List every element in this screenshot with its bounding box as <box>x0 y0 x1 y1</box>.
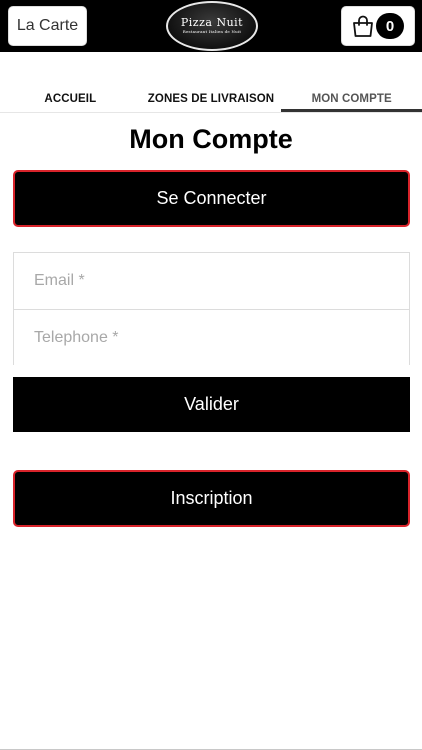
cart-button[interactable]: 0 <box>341 6 415 46</box>
logo-title: Pizza Nuit <box>180 16 244 29</box>
page-title: Mon Compte <box>129 124 293 154</box>
nav-tabs: ACCUEIL ZONES DE LIVRAISON MON COMPTE <box>0 86 422 113</box>
inscription-button[interactable]: Inscription <box>13 470 410 527</box>
la-carte-button[interactable]: La Carte <box>8 6 87 46</box>
cart-count-badge: 0 <box>376 13 404 39</box>
pizza-nuit-logo[interactable]: Pizza Nuit Restaurant Italien de Nuit <box>166 1 258 51</box>
page: La Carte Pizza Nuit Restaurant Italien d… <box>0 0 422 750</box>
se-connecter-button[interactable]: Se Connecter <box>13 170 410 227</box>
email-field[interactable] <box>14 253 409 309</box>
la-carte-label: La Carte <box>16 17 79 34</box>
tab-zones-de-livraison[interactable]: ZONES DE LIVRAISON <box>141 86 282 112</box>
se-connecter-label: Se Connecter <box>156 188 267 208</box>
shopping-bag-icon <box>353 15 373 37</box>
tab-mon-compte[interactable]: MON COMPTE <box>281 86 422 112</box>
header-bar: La Carte Pizza Nuit Restaurant Italien d… <box>0 0 422 52</box>
tab-accueil[interactable]: ACCUEIL <box>0 86 141 112</box>
valider-button[interactable]: Valider <box>13 377 410 432</box>
login-form <box>13 252 410 365</box>
valider-label: Valider <box>184 394 239 414</box>
inscription-label: Inscription <box>170 488 253 508</box>
telephone-field[interactable] <box>14 309 409 365</box>
logo-subtitle: Restaurant Italien de Nuit <box>182 29 242 34</box>
